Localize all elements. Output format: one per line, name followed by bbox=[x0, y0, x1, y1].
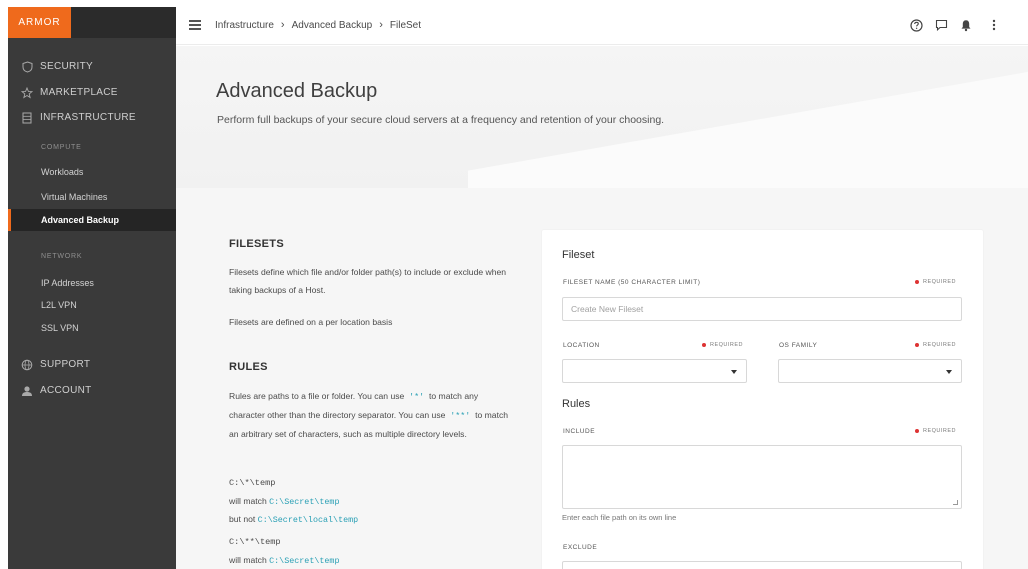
compute-group-label: COMPUTE bbox=[41, 144, 82, 151]
sidebar-item-label: SECURITY bbox=[40, 61, 93, 72]
required-indicator: REQUIRED bbox=[914, 279, 956, 285]
sidebar-item-ip-addresses[interactable]: IP Addresses bbox=[8, 272, 176, 294]
required-text: REQUIRED bbox=[710, 342, 744, 348]
include-label: INCLUDE bbox=[563, 428, 596, 435]
sidebar: ARMOR SECURITY MARKETPLACE INFRASTRUCTUR… bbox=[8, 7, 176, 569]
required-indicator: REQUIRED bbox=[914, 428, 956, 434]
required-dot-icon bbox=[914, 280, 919, 284]
sidebar-item-label: ACCOUNT bbox=[40, 385, 92, 396]
globe-icon bbox=[20, 358, 34, 372]
example-1-match-path: C:\Secret\temp bbox=[269, 497, 340, 507]
include-textarea[interactable] bbox=[562, 445, 962, 509]
filesets-description: Filesets define which file and/or folder… bbox=[229, 267, 507, 295]
required-text: REQUIRED bbox=[922, 428, 956, 434]
example-2-match-label: will match bbox=[229, 555, 267, 565]
page-title: Advanced Backup bbox=[216, 80, 378, 102]
sidebar-item-ssl-vpn[interactable]: SSL VPN bbox=[8, 317, 176, 339]
required-dot-icon bbox=[914, 343, 919, 347]
bell-icon[interactable] bbox=[958, 17, 974, 33]
filesets-location-note: Filesets are defined on a per location b… bbox=[229, 317, 393, 327]
include-helper-text: Enter each file path on its own line bbox=[562, 513, 677, 522]
rules-heading: RULES bbox=[229, 361, 268, 373]
required-text: REQUIRED bbox=[922, 279, 956, 285]
network-group-label: NETWORK bbox=[41, 253, 83, 260]
example-2-pattern: C:\**\temp bbox=[229, 537, 281, 547]
page-subtitle: Perform full backups of your secure clou… bbox=[217, 114, 665, 126]
breadcrumb-fileset: FileSet bbox=[389, 19, 422, 31]
page-hero: Advanced Backup Perform full backups of … bbox=[176, 46, 1028, 188]
example-1-not-path: C:\Secret\local\temp bbox=[257, 515, 359, 525]
user-icon bbox=[20, 384, 34, 398]
server-icon bbox=[20, 111, 34, 125]
top-bar: Infrastructure › Advanced Backup › FileS… bbox=[176, 7, 1028, 45]
breadcrumb-advanced-backup[interactable]: Advanced Backup bbox=[292, 20, 373, 31]
sidebar-item-label: INFRASTRUCTURE bbox=[40, 112, 136, 123]
main-content: FILESETS Filesets define which file and/… bbox=[176, 188, 1028, 569]
fileset-heading: Fileset bbox=[562, 249, 595, 261]
armor-logo[interactable]: ARMOR bbox=[8, 7, 71, 38]
rules-wildcard-single: '*' bbox=[409, 392, 425, 402]
rules-form-heading: Rules bbox=[562, 398, 591, 410]
star-icon bbox=[20, 86, 34, 100]
sidebar-item-l2l-vpn[interactable]: L2L VPN bbox=[8, 294, 176, 316]
example-1-not-label: but not bbox=[229, 514, 256, 524]
hamburger-menu-icon[interactable] bbox=[189, 20, 201, 30]
logo-bar: ARMOR bbox=[8, 7, 176, 38]
caret-down-icon bbox=[946, 370, 952, 374]
os-family-label: OS FAMILY bbox=[779, 342, 818, 349]
breadcrumb: Infrastructure › Advanced Backup › FileS… bbox=[215, 19, 421, 31]
caret-down-icon bbox=[731, 370, 737, 374]
sidebar-item-virtual-machines[interactable]: Virtual Machines bbox=[8, 186, 176, 208]
exclude-label: EXCLUDE bbox=[563, 544, 598, 551]
help-icon[interactable] bbox=[908, 17, 924, 33]
fileset-form-card: Fileset FILESET NAME (50 CHARACTER LIMIT… bbox=[542, 230, 983, 569]
example-2-match: will match C:\Secret\temp bbox=[229, 551, 340, 569]
location-select[interactable] bbox=[562, 359, 747, 383]
os-family-select[interactable] bbox=[778, 359, 962, 383]
required-text: REQUIRED bbox=[922, 342, 956, 348]
sidebar-item-label: MARKETPLACE bbox=[40, 87, 118, 98]
example-2-match-path: C:\Secret\temp bbox=[269, 556, 340, 566]
sidebar-item-account[interactable]: ACCOUNT bbox=[8, 381, 176, 401]
example-1-pattern: C:\*\temp bbox=[229, 478, 276, 488]
resize-handle-icon[interactable] bbox=[953, 500, 958, 505]
required-indicator: REQUIRED bbox=[702, 342, 743, 348]
example-1-match: will match C:\Secret\temp bbox=[229, 492, 340, 511]
sidebar-item-marketplace[interactable]: MARKETPLACE bbox=[8, 83, 176, 103]
location-label: LOCATION bbox=[563, 342, 600, 349]
sidebar-item-security[interactable]: SECURITY bbox=[8, 57, 176, 77]
exclude-textarea[interactable] bbox=[562, 561, 962, 569]
example-1-not: but not C:\Secret\local\temp bbox=[229, 510, 358, 529]
required-dot-icon bbox=[702, 343, 706, 347]
required-dot-icon bbox=[914, 429, 919, 433]
chevron-right-icon: › bbox=[379, 19, 383, 31]
sidebar-item-support[interactable]: SUPPORT bbox=[8, 355, 176, 375]
chevron-right-icon: › bbox=[280, 19, 285, 31]
more-icon[interactable] bbox=[986, 17, 1002, 33]
shield-icon bbox=[20, 60, 34, 74]
filesets-heading: FILESETS bbox=[229, 238, 284, 250]
rules-text-a: Rules are paths to a file or folder. You… bbox=[229, 391, 405, 401]
sidebar-item-label: SUPPORT bbox=[40, 359, 91, 370]
top-icons bbox=[899, 17, 1002, 33]
required-indicator: REQUIRED bbox=[914, 342, 956, 348]
breadcrumb-infrastructure[interactable]: Infrastructure bbox=[215, 20, 274, 31]
rules-wildcard-double: '**' bbox=[450, 411, 471, 421]
sidebar-item-workloads[interactable]: Workloads bbox=[8, 161, 176, 183]
fileset-name-label: FILESET NAME (50 CHARACTER LIMIT) bbox=[563, 279, 701, 286]
rules-description: Rules are paths to a file or folder. You… bbox=[229, 387, 511, 443]
example-1-match-label: will match bbox=[229, 496, 267, 506]
chat-icon[interactable] bbox=[933, 17, 949, 33]
sidebar-item-advanced-backup[interactable]: Advanced Backup bbox=[8, 209, 176, 231]
fileset-name-input[interactable]: Create New Fileset bbox=[562, 297, 962, 321]
sidebar-item-infrastructure[interactable]: INFRASTRUCTURE bbox=[8, 108, 176, 128]
